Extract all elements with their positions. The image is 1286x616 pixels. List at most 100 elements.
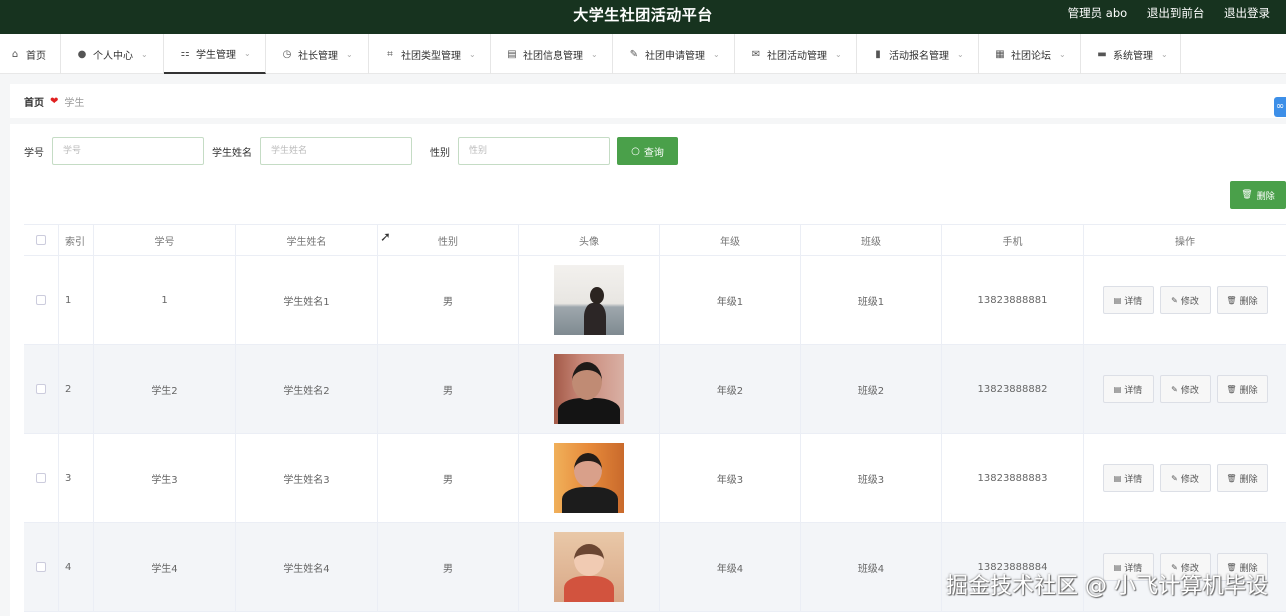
- chevron-down-icon: ⌄: [835, 49, 842, 59]
- chart-icon: ▮: [875, 48, 881, 60]
- row-checkbox[interactable]: [36, 384, 46, 394]
- cell-phone: 13823888881: [942, 256, 1084, 344]
- header-sex: 性别: [378, 225, 519, 255]
- nav-item-forum[interactable]: ▦ 社团论坛 ⌄: [979, 34, 1081, 74]
- nav-item-home[interactable]: ⌂ 首页: [0, 34, 61, 74]
- trash-icon: 🗑: [1226, 384, 1237, 394]
- trash-icon: 🗑: [1241, 190, 1253, 200]
- cell-grade: 年级1: [660, 256, 801, 344]
- query-button[interactable]: ○ 查询: [617, 137, 678, 165]
- cell-sex: 男: [378, 523, 519, 611]
- cell-student-no: 1: [94, 256, 236, 344]
- edit-button[interactable]: ✎ 修改: [1159, 375, 1211, 403]
- nav-label: 社团信息管理: [523, 50, 583, 62]
- chevron-down-icon: ⌄: [1161, 49, 1168, 59]
- breadcrumb-home[interactable]: 首页: [24, 94, 44, 109]
- cell-class: 班级3: [801, 434, 942, 522]
- mouse-cursor-icon: ➚: [380, 230, 391, 245]
- edit-button[interactable]: ✎ 修改: [1159, 464, 1211, 492]
- delete-label: 删除: [1239, 385, 1258, 396]
- student-name-input[interactable]: 学生姓名: [260, 137, 412, 165]
- detail-button[interactable]: ▤ 详情: [1102, 286, 1154, 314]
- logout-link[interactable]: 退出登录: [1224, 6, 1270, 20]
- nav-item-club-types[interactable]: ⌗ 社团类型管理 ⌄: [369, 34, 491, 74]
- detail-button[interactable]: ▤ 详情: [1102, 375, 1154, 403]
- avatar[interactable]: [554, 443, 624, 513]
- cell-grade: 年级3: [660, 434, 801, 522]
- row-select-cell: [24, 434, 59, 522]
- sex-input[interactable]: 性别: [458, 137, 610, 165]
- row-checkbox[interactable]: [36, 562, 46, 572]
- row-select-cell: [24, 523, 59, 611]
- cell-class: 班级2: [801, 345, 942, 433]
- row-checkbox[interactable]: [36, 295, 46, 305]
- cell-phone: 13823888883: [942, 434, 1084, 522]
- delete-button[interactable]: 🗑 删除: [1216, 286, 1268, 314]
- sex-label: 性别: [430, 147, 450, 159]
- nav-item-activity-signup[interactable]: ▮ 活动报名管理 ⌄: [857, 34, 979, 74]
- header-grade: 年级: [660, 225, 801, 255]
- detail-label: 详情: [1124, 296, 1143, 307]
- nav-item-club-info[interactable]: ▤ 社团信息管理 ⌄: [491, 34, 613, 74]
- delete-button[interactable]: 🗑 删除: [1216, 464, 1268, 492]
- nav-item-club-activities[interactable]: ✉ 社团活动管理 ⌄: [735, 34, 857, 74]
- edit-label: 修改: [1180, 474, 1199, 485]
- top-header: 大学生社团活动平台 管理员 abo 退出到前台 退出登录: [0, 0, 1286, 34]
- crop-icon: ⌗: [387, 48, 393, 60]
- nav-label: 系统管理: [1113, 50, 1153, 62]
- cell-class: 班级1: [801, 256, 942, 344]
- cell-class: 班级4: [801, 523, 942, 611]
- nav-item-profile[interactable]: ● 个人中心 ⌄: [61, 34, 164, 74]
- cell-index: 4: [59, 523, 94, 611]
- cell-student-name: 学生姓名2: [236, 345, 378, 433]
- delete-button[interactable]: 🗑 删除: [1216, 375, 1268, 403]
- watermark: 掘金技术社区 @ 小飞计算机毕设: [946, 574, 1268, 599]
- detail-label: 详情: [1124, 385, 1143, 396]
- student-no-input[interactable]: 学号: [52, 137, 204, 165]
- cell-grade: 年级4: [660, 523, 801, 611]
- edit-button[interactable]: ✎ 修改: [1159, 286, 1211, 314]
- nav-item-students[interactable]: ⚏ 学生管理 ⌄: [164, 34, 266, 74]
- cell-index: 2: [59, 345, 94, 433]
- cell-ops: ▤ 详情 ✎ 修改 🗑 删除: [1084, 345, 1286, 433]
- avatar[interactable]: [554, 265, 624, 335]
- avatar[interactable]: [554, 354, 624, 424]
- pen-icon: ✎: [629, 48, 639, 60]
- select-all-checkbox[interactable]: [36, 235, 46, 245]
- nav-label: 社长管理: [298, 50, 338, 62]
- table-row: 3 学生3 学生姓名3 男 年级3 班级3 13823888883 ▤ 详情 ✎ 修…: [24, 434, 1286, 523]
- nav-item-leaders[interactable]: ◷ 社长管理 ⌄: [266, 34, 369, 74]
- breadcrumb: 首页 ❤ 学生: [10, 84, 1286, 118]
- chevron-down-icon: ⌄: [957, 49, 964, 59]
- edit-label: 修改: [1180, 296, 1199, 307]
- row-checkbox[interactable]: [36, 473, 46, 483]
- header-class: 班级: [801, 225, 942, 255]
- avatar[interactable]: [554, 532, 624, 602]
- cell-avatar: [519, 345, 660, 433]
- cell-ops: ▤ 详情 ✎ 修改 🗑 删除: [1084, 434, 1286, 522]
- breadcrumb-current: 学生: [64, 97, 85, 109]
- cell-index: 1: [59, 256, 94, 344]
- cell-sex: 男: [378, 256, 519, 344]
- back-to-front-link[interactable]: 退出到前台: [1147, 6, 1205, 20]
- nav-label: 社团类型管理: [401, 50, 461, 62]
- user-icon: ●: [77, 48, 87, 60]
- clock-icon: ◷: [282, 48, 292, 60]
- nav-label: 学生管理: [196, 49, 236, 61]
- cell-student-name: 学生姓名4: [236, 523, 378, 611]
- search-icon: ○: [631, 145, 640, 157]
- cell-avatar: [519, 256, 660, 344]
- nav-item-system[interactable]: ▬ 系统管理 ⌄: [1081, 34, 1181, 74]
- cell-phone: 13823888882: [942, 345, 1084, 433]
- mail-icon: ✉: [751, 48, 761, 60]
- select-all-cell: [24, 225, 59, 255]
- document-icon: ▤: [1113, 473, 1122, 483]
- cell-student-name: 学生姓名1: [236, 256, 378, 344]
- link-icon[interactable]: ∞: [1274, 97, 1286, 117]
- detail-button[interactable]: ▤ 详情: [1102, 464, 1154, 492]
- header-phone: 手机: [942, 225, 1084, 255]
- batch-delete-button[interactable]: 🗑 删除: [1230, 181, 1286, 209]
- nav-item-club-apply[interactable]: ✎ 社团申请管理 ⌄: [613, 34, 735, 74]
- grid-icon: ⚏: [180, 47, 190, 59]
- chevron-down-icon: ⌄: [591, 49, 598, 59]
